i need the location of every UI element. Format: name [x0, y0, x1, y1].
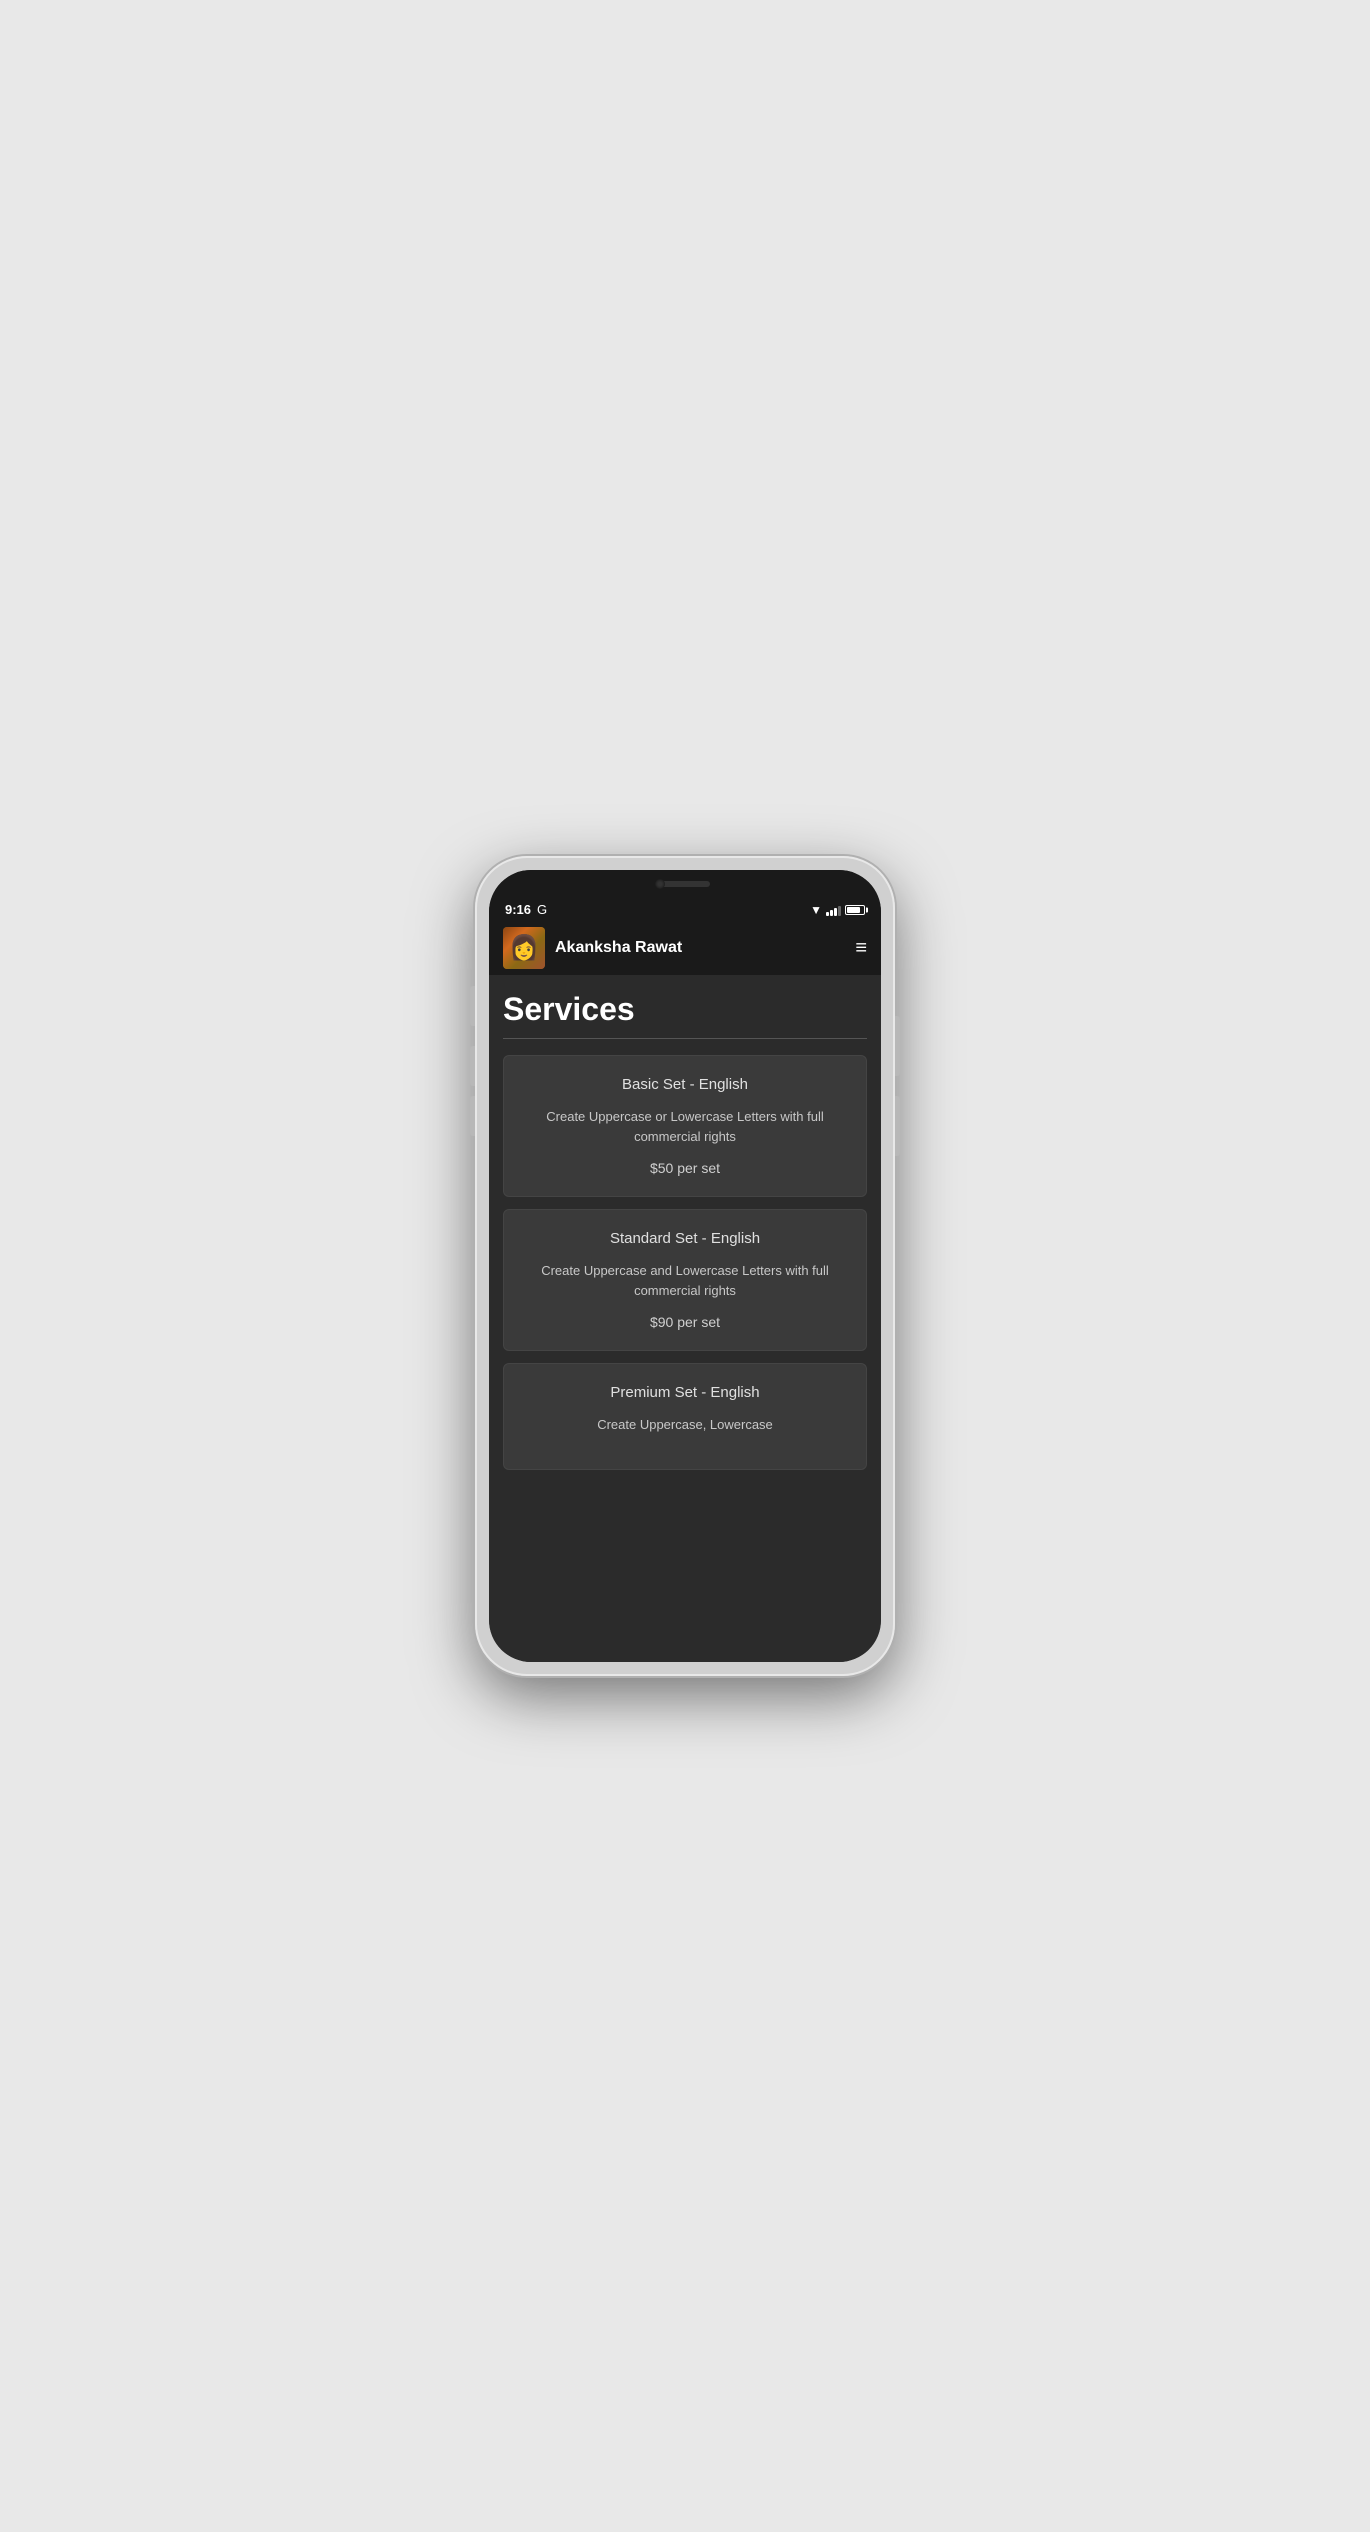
battery-fill [847, 907, 860, 913]
service-card-basic[interactable]: Basic Set - English Create Uppercase or … [503, 1055, 867, 1197]
header-bar: Akanksha Rawat ≡ [489, 921, 881, 975]
page-title: Services [503, 991, 867, 1028]
service-name-basic: Basic Set - English [520, 1076, 850, 1093]
speaker-icon [660, 881, 710, 887]
title-divider [503, 1038, 867, 1039]
avatar-image [503, 927, 545, 969]
main-content: Services Basic Set - English Create Uppe… [489, 975, 881, 1662]
phone-top-decoration [489, 870, 881, 898]
service-card-standard[interactable]: Standard Set - English Create Uppercase … [503, 1209, 867, 1351]
header-left: Akanksha Rawat [503, 927, 682, 969]
status-time: 9:16 [505, 902, 531, 917]
wifi-icon: ▼ [810, 903, 822, 917]
status-right: ▼ [810, 903, 865, 917]
hamburger-menu-icon[interactable]: ≡ [855, 938, 867, 958]
status-carrier: G [537, 902, 547, 917]
signal-icon [826, 904, 841, 916]
phone-screen: 9:16 G ▼ [489, 870, 881, 1662]
status-bar: 9:16 G ▼ [489, 898, 881, 921]
phone-frame: 9:16 G ▼ [475, 856, 895, 1676]
service-name-standard: Standard Set - English [520, 1230, 850, 1247]
service-name-premium: Premium Set - English [520, 1384, 850, 1401]
service-card-premium[interactable]: Premium Set - English Create Uppercase, … [503, 1363, 867, 1470]
service-price-standard: $90 per set [520, 1314, 850, 1330]
service-description-basic: Create Uppercase or Lowercase Letters wi… [520, 1107, 850, 1146]
service-description-premium: Create Uppercase, Lowercase [520, 1415, 850, 1435]
avatar [503, 927, 545, 969]
camera-icon [655, 879, 665, 889]
service-price-basic: $50 per set [520, 1160, 850, 1176]
battery-icon [845, 905, 865, 915]
user-name: Akanksha Rawat [555, 939, 682, 957]
service-description-standard: Create Uppercase and Lowercase Letters w… [520, 1261, 850, 1300]
status-left: 9:16 G [505, 902, 547, 917]
